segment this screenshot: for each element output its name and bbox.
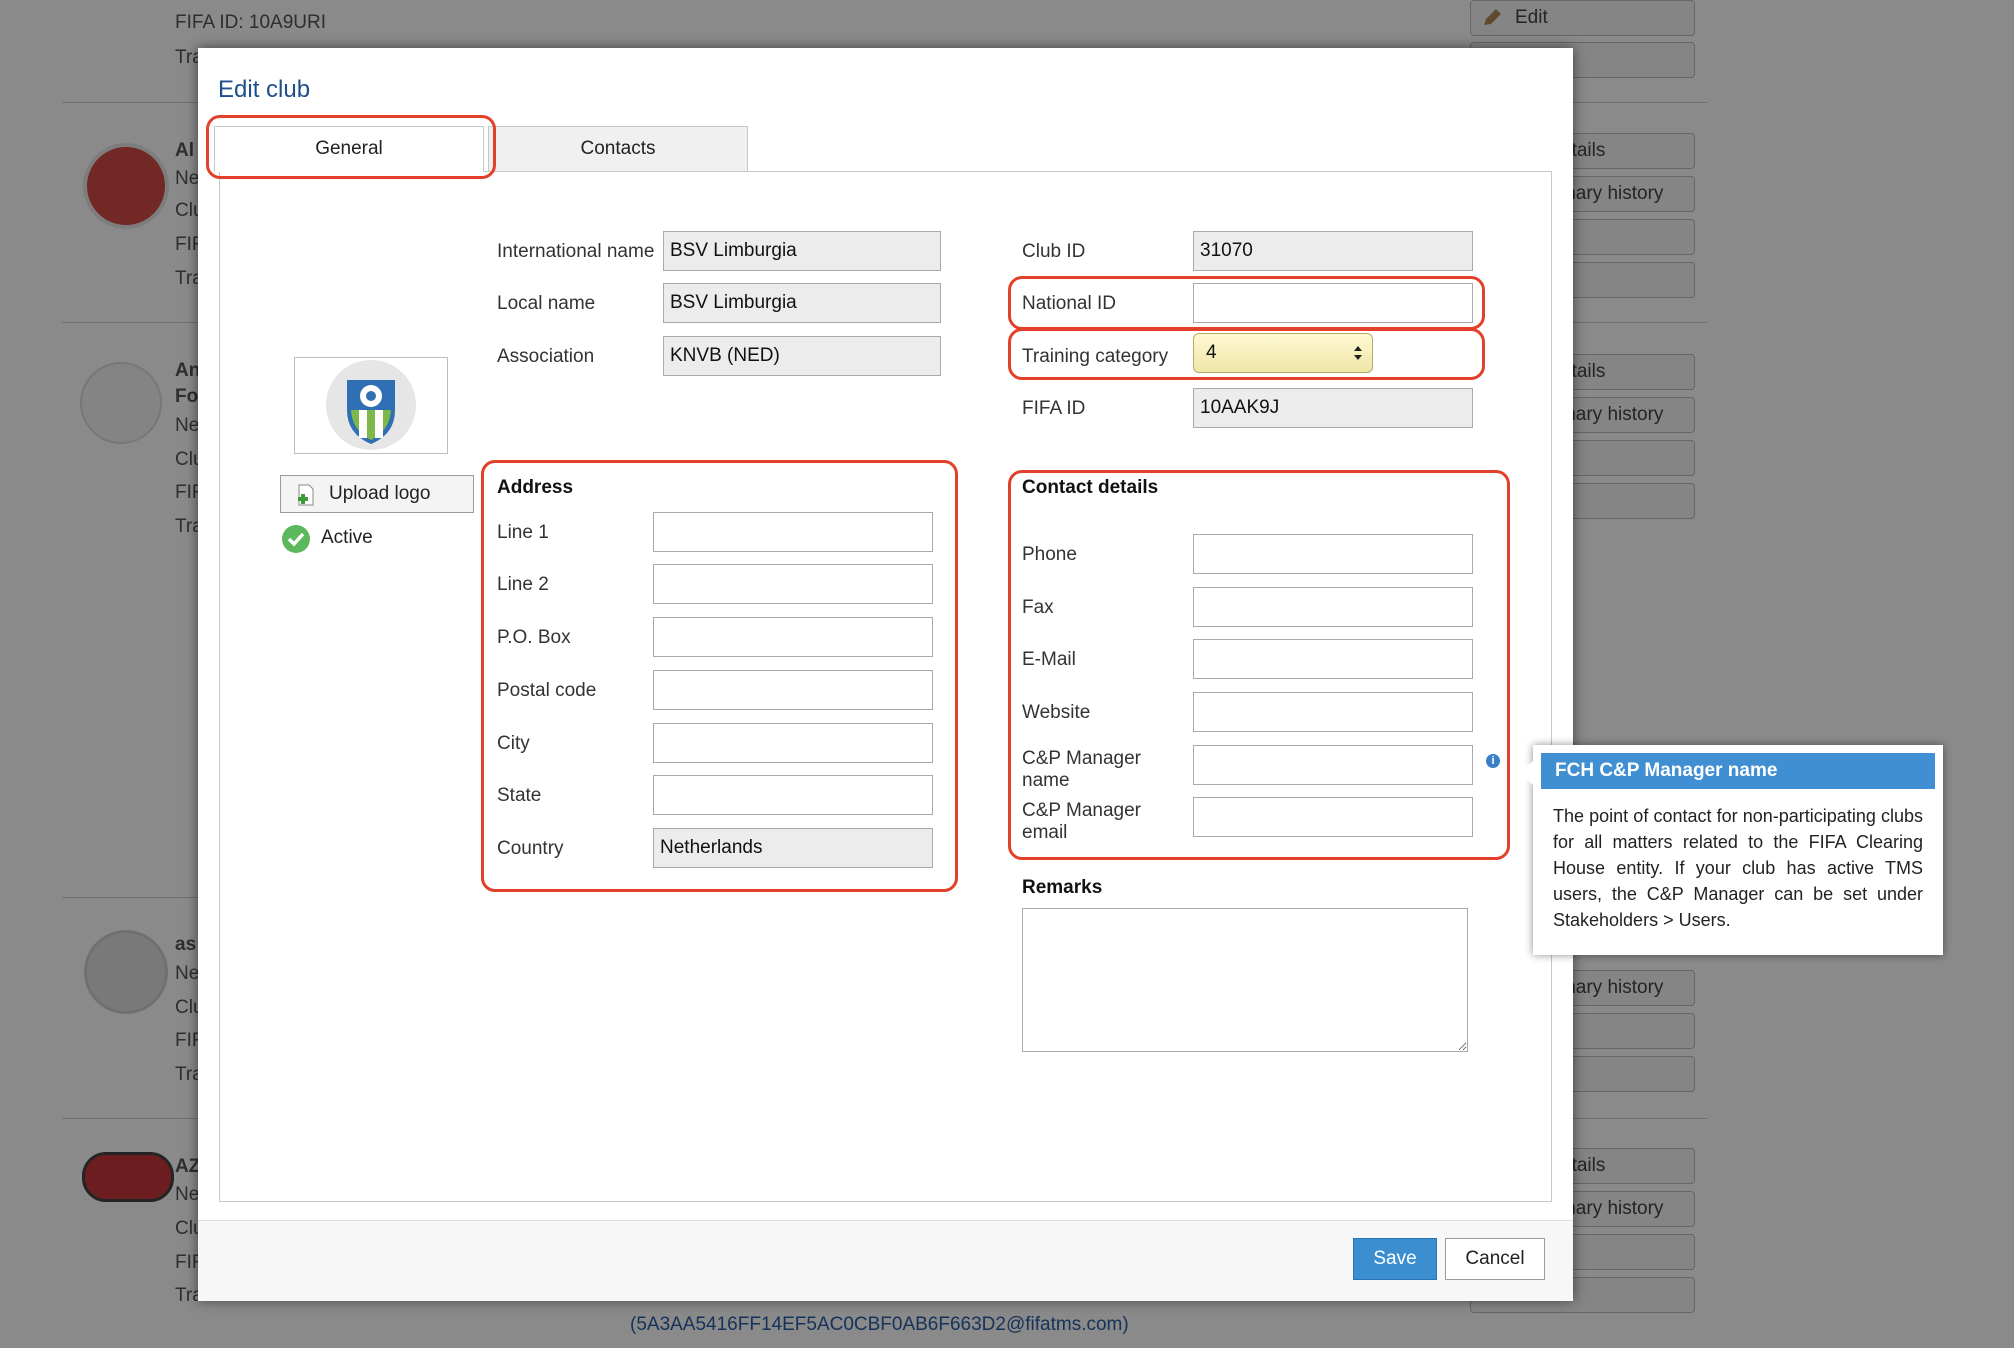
active-label: Active [321, 527, 373, 548]
national-id-label: National ID [1022, 293, 1116, 314]
local-name-label: Local name [497, 293, 596, 314]
club-id-field[interactable] [1193, 231, 1473, 271]
national-id-field[interactable] [1193, 283, 1473, 323]
phone-field[interactable] [1193, 534, 1473, 574]
upload-logo-button[interactable]: Upload logo [280, 475, 474, 513]
cp-manager-name-label: C&P Manager name [1022, 748, 1141, 791]
postal-code-field[interactable] [653, 670, 933, 710]
dialog-footer: Save Cancel [198, 1220, 1573, 1301]
country-label: Country [497, 838, 564, 859]
association-field[interactable] [663, 336, 941, 376]
fifa-id-field[interactable] [1193, 388, 1473, 428]
local-name-field[interactable] [663, 283, 941, 323]
remarks-label: Remarks [1022, 877, 1103, 898]
tooltip-body: The point of contact for non-participati… [1553, 806, 1923, 930]
info-icon[interactable]: i [1486, 754, 1500, 768]
tab-contacts[interactable]: Contacts [488, 126, 748, 172]
cancel-button[interactable]: Cancel [1445, 1238, 1545, 1280]
address-line1-label: Line 1 [497, 522, 549, 543]
club-id-label: Club ID [1022, 241, 1086, 262]
training-category-select[interactable]: 4 [1193, 333, 1373, 373]
remarks-textarea[interactable] [1022, 908, 1468, 1052]
upload-logo-label: Upload logo [329, 483, 431, 504]
save-button[interactable]: Save [1353, 1238, 1437, 1280]
email-field[interactable] [1193, 639, 1473, 679]
check-circle-icon [282, 525, 310, 553]
tab-general[interactable]: General [214, 126, 484, 172]
edit-club-dialog: Edit club General Contacts Upload logo A… [198, 48, 1573, 1301]
international-name-field[interactable] [663, 231, 941, 271]
tooltip-arrow [1519, 761, 1533, 785]
email-label: E-Mail [1022, 649, 1076, 670]
address-line2-label: Line 2 [497, 574, 549, 595]
cp-manager-email-field[interactable] [1193, 797, 1473, 837]
website-field[interactable] [1193, 692, 1473, 732]
fifa-id-label: FIFA ID [1022, 398, 1086, 419]
upload-icon [298, 484, 314, 506]
postal-code-label: Postal code [497, 680, 597, 701]
fax-label: Fax [1022, 597, 1054, 618]
address-line1-field[interactable] [653, 512, 933, 552]
cp-manager-email-label: C&P Manager email [1022, 800, 1141, 843]
club-logo-frame [294, 357, 448, 454]
contact-section-title: Contact details [1022, 477, 1159, 498]
fax-field[interactable] [1193, 587, 1473, 627]
state-label: State [497, 785, 542, 806]
training-category-label: Training category [1022, 346, 1169, 367]
dialog-title: Edit club [218, 76, 311, 103]
association-label: Association [497, 346, 595, 367]
city-field[interactable] [653, 723, 933, 763]
website-label: Website [1022, 702, 1091, 723]
city-label: City [497, 733, 530, 754]
tooltip-title: FCH C&P Manager name [1541, 753, 1935, 789]
training-category-value: 4 [1206, 342, 1217, 363]
select-arrows-icon [1354, 346, 1362, 360]
po-box-label: P.O. Box [497, 627, 571, 648]
international-name-label: International name [497, 241, 655, 262]
phone-label: Phone [1022, 544, 1077, 565]
club-crest-icon [326, 360, 416, 450]
po-box-field[interactable] [653, 617, 933, 657]
cp-manager-name-field[interactable] [1193, 745, 1473, 785]
cp-manager-tooltip: FCH C&P Manager name The point of contac… [1519, 745, 1943, 955]
address-section-title: Address [497, 477, 574, 498]
state-field[interactable] [653, 775, 933, 815]
address-line2-field[interactable] [653, 564, 933, 604]
country-field[interactable] [653, 828, 933, 868]
